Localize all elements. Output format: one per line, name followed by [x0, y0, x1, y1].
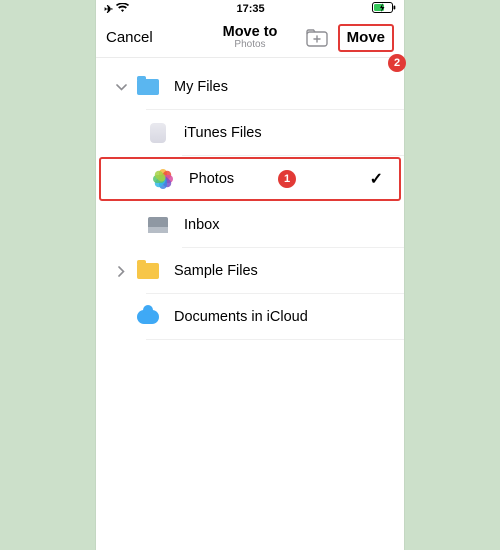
inbox-icon: [146, 213, 170, 237]
row-label: Inbox: [184, 217, 219, 233]
row-label: Documents in iCloud: [174, 309, 308, 325]
move-button[interactable]: Move: [338, 24, 394, 52]
nav-bar: Cancel Move to Photos Move 2: [96, 18, 404, 58]
airplane-mode-icon: ✈︎: [104, 3, 113, 16]
row-inbox[interactable]: Inbox: [96, 202, 404, 248]
wifi-icon: [116, 3, 129, 16]
row-sample-files[interactable]: Sample Files: [96, 248, 404, 294]
row-label: My Files: [174, 79, 228, 95]
status-bar: ✈︎ 17:35: [96, 0, 404, 18]
row-icloud[interactable]: Documents in iCloud: [96, 294, 404, 340]
row-photos[interactable]: Photos 1 ✓: [99, 157, 401, 201]
cloud-icon: [136, 305, 160, 329]
annotation-badge-1: 1: [278, 170, 296, 188]
row-label: Sample Files: [174, 263, 258, 279]
chevron-right-icon: [114, 264, 128, 278]
row-label: iTunes Files: [184, 125, 262, 141]
row-label: Photos: [189, 171, 234, 187]
folder-icon: [136, 259, 160, 283]
checkmark-icon: ✓: [370, 169, 383, 189]
cancel-button[interactable]: Cancel: [106, 29, 153, 46]
clock: 17:35: [237, 3, 265, 15]
device-frame: ✈︎ 17:35 Cancel Move to Photos Move 2: [96, 0, 404, 550]
folder-list: My Files iTunes Files Pho: [96, 58, 404, 340]
photos-icon: [151, 167, 175, 191]
chevron-down-icon: [114, 80, 128, 94]
folder-icon: [136, 75, 160, 99]
row-itunes-files[interactable]: iTunes Files: [96, 110, 404, 156]
battery-icon: [372, 2, 396, 16]
itunes-icon: [146, 121, 170, 145]
row-my-files[interactable]: My Files: [96, 64, 404, 110]
new-folder-button[interactable]: [306, 29, 328, 47]
